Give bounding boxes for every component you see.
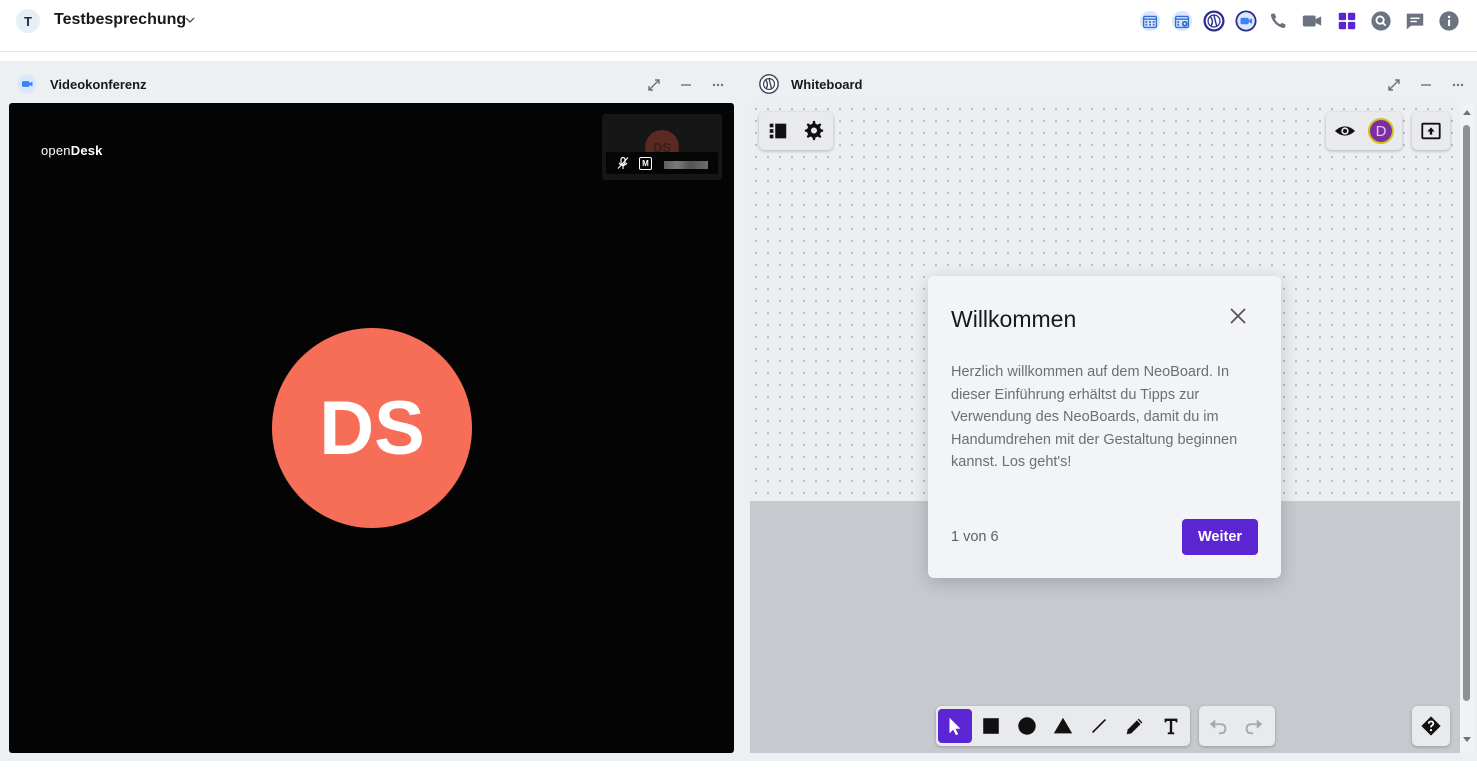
phone-icon[interactable] bbox=[1266, 9, 1290, 33]
participant-avatar: DS bbox=[272, 328, 472, 528]
help-icon[interactable] bbox=[1414, 709, 1448, 743]
maximize-icon[interactable] bbox=[1386, 77, 1402, 93]
video-panel-header: Videokonferenz bbox=[17, 64, 737, 104]
chat-icon[interactable] bbox=[1403, 9, 1427, 33]
room-header: T Testbesprechung bbox=[0, 0, 1477, 52]
video-conference-icon bbox=[17, 74, 37, 94]
close-icon[interactable] bbox=[1228, 306, 1248, 326]
help-group bbox=[1412, 706, 1450, 746]
pen-tool-icon[interactable] bbox=[1118, 709, 1152, 743]
slide-overview-icon[interactable] bbox=[761, 114, 795, 148]
room-avatar[interactable]: T bbox=[16, 9, 40, 33]
thumbnail-status-bar: M bbox=[606, 152, 718, 174]
neoboard-icon[interactable] bbox=[1202, 9, 1226, 33]
line-tool-icon[interactable] bbox=[1082, 709, 1116, 743]
mic-muted-icon bbox=[617, 156, 629, 169]
video-conference-icon[interactable] bbox=[1234, 9, 1258, 33]
select-tool-cursor-icon[interactable] bbox=[938, 709, 972, 743]
rectangle-tool-icon[interactable] bbox=[974, 709, 1008, 743]
video-stage: openDesk DS DS M bbox=[9, 103, 734, 753]
calendar-settings-icon[interactable] bbox=[1170, 9, 1194, 33]
apps-icon[interactable] bbox=[1335, 9, 1359, 33]
eye-icon[interactable] bbox=[1328, 114, 1362, 148]
drawing-toolbar bbox=[936, 706, 1190, 746]
redo-icon[interactable] bbox=[1237, 709, 1271, 743]
maximize-icon[interactable] bbox=[646, 77, 662, 93]
dialog-body-text: Herzlich willkommen auf dem NeoBoard. In… bbox=[951, 364, 1238, 471]
dialog-step-counter: 1 von 6 bbox=[951, 529, 999, 545]
scroll-up-arrow-icon[interactable] bbox=[1463, 109, 1471, 115]
more-options-icon[interactable] bbox=[1450, 77, 1466, 93]
upload-export-icon[interactable] bbox=[1414, 114, 1448, 148]
minimize-icon[interactable] bbox=[678, 77, 694, 93]
whiteboard-menu-group bbox=[759, 112, 833, 150]
triangle-tool-icon[interactable] bbox=[1046, 709, 1080, 743]
text-tool-icon[interactable] bbox=[1154, 709, 1188, 743]
scrollbar-thumb[interactable] bbox=[1463, 125, 1470, 701]
neoboard-icon bbox=[759, 74, 779, 94]
calendar-icon[interactable] bbox=[1138, 9, 1162, 33]
dialog-title: Willkommen bbox=[951, 306, 1077, 332]
next-button[interactable]: Weiter bbox=[1182, 519, 1258, 555]
settings-gear-icon[interactable] bbox=[797, 114, 831, 148]
chevron-down-icon[interactable] bbox=[184, 14, 196, 26]
participant-thumbnail[interactable]: DS M bbox=[602, 114, 722, 180]
export-group bbox=[1412, 112, 1450, 150]
whiteboard-scrollbar[interactable] bbox=[1460, 103, 1474, 753]
info-icon[interactable] bbox=[1437, 9, 1461, 33]
minimize-icon[interactable] bbox=[1418, 77, 1434, 93]
search-icon[interactable] bbox=[1369, 9, 1393, 33]
whiteboard-panel-header: Whiteboard bbox=[758, 64, 1458, 104]
camera-icon[interactable] bbox=[1300, 9, 1324, 33]
whiteboard-panel-title: Whiteboard bbox=[791, 76, 863, 92]
video-panel-title: Videokonferenz bbox=[50, 76, 147, 92]
presence-group: D bbox=[1326, 112, 1402, 150]
room-title[interactable]: Testbesprechung bbox=[54, 11, 186, 29]
more-options-icon[interactable] bbox=[710, 77, 726, 93]
circle-tool-icon[interactable] bbox=[1010, 709, 1044, 743]
presence-avatar[interactable]: D bbox=[1364, 114, 1398, 148]
opendesk-logo: openDesk bbox=[41, 143, 103, 158]
participant-name-blurred bbox=[664, 161, 708, 169]
welcome-dialog: Willkommen Herzlich willkommen auf dem N… bbox=[928, 276, 1281, 578]
moderator-badge: M bbox=[639, 157, 652, 170]
scroll-down-arrow-icon[interactable] bbox=[1463, 737, 1471, 743]
undo-icon[interactable] bbox=[1201, 709, 1235, 743]
history-toolbar bbox=[1199, 706, 1275, 746]
